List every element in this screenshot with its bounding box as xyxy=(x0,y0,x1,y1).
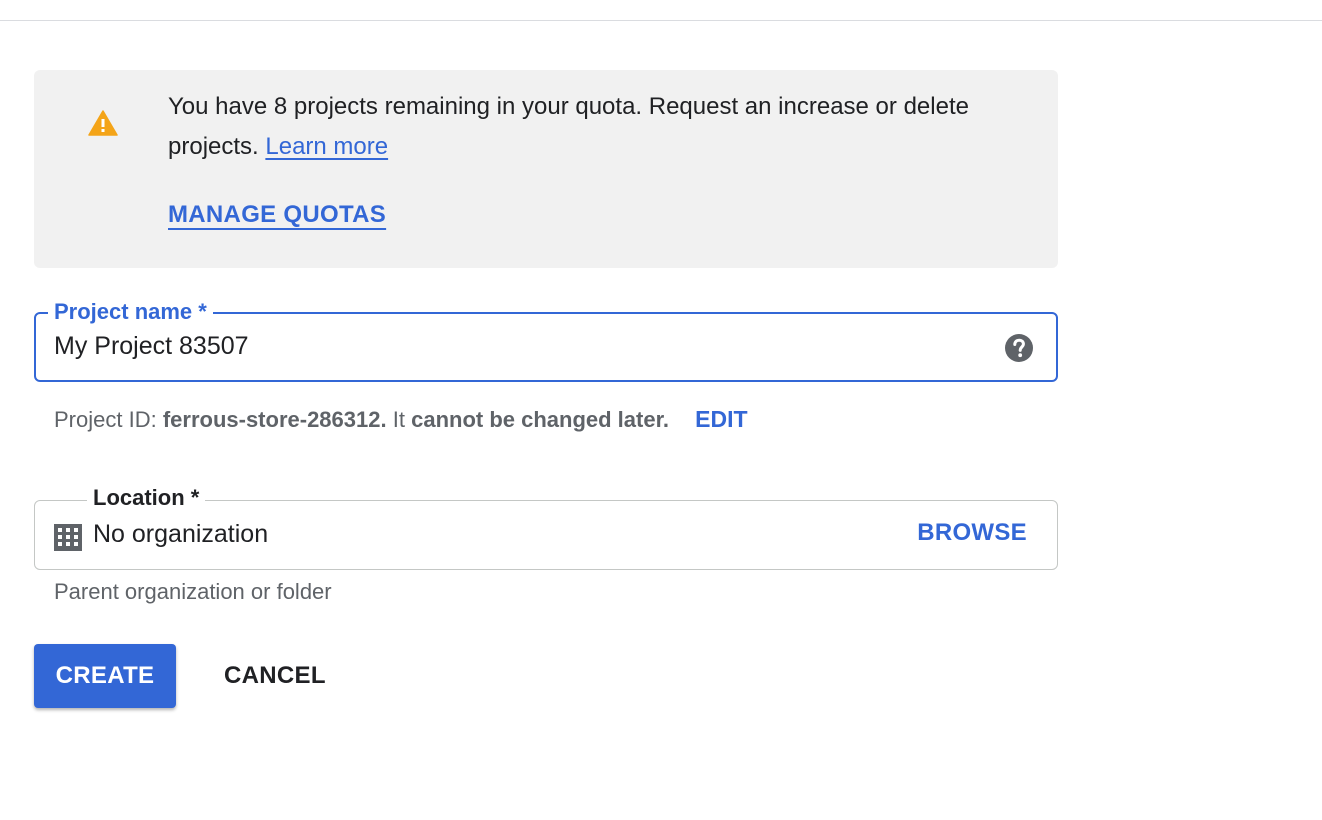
create-button[interactable]: CREATE xyxy=(34,644,176,708)
learn-more-link[interactable]: Learn more xyxy=(265,133,388,160)
warning-icon xyxy=(88,110,118,136)
project-id-middle: It xyxy=(392,407,405,432)
top-divider xyxy=(0,20,1322,21)
location-label: Location * xyxy=(87,484,206,512)
quota-banner: You have 8 projects remaining in your qu… xyxy=(34,70,1058,268)
manage-quotas-link[interactable]: MANAGE QUOTAS xyxy=(168,201,386,229)
cancel-button[interactable]: CANCEL xyxy=(208,644,342,708)
project-id-row: Project ID: ferrous-store-286312. It can… xyxy=(54,404,748,435)
browse-button[interactable]: BROWSE xyxy=(917,519,1027,547)
project-id-note: cannot be changed later. xyxy=(411,407,670,432)
project-name-input[interactable]: My Project 83507 xyxy=(54,330,249,362)
edit-project-id-button[interactable]: EDIT xyxy=(695,406,747,432)
building-icon xyxy=(54,524,82,551)
location-value: No organization xyxy=(93,520,269,548)
project-id-prefix: Project ID: xyxy=(54,407,157,432)
location-field[interactable]: Location * No organization BROWSE xyxy=(34,484,1058,570)
location-helper-text: Parent organization or folder xyxy=(54,579,332,604)
project-id-value: ferrous-store-286312. xyxy=(162,407,387,432)
project-name-label: Project name * xyxy=(48,298,213,326)
quota-message: You have 8 projects remaining in your qu… xyxy=(168,87,988,167)
help-icon[interactable] xyxy=(1004,333,1034,363)
project-name-field[interactable]: Project name * My Project 83507 xyxy=(34,298,1058,382)
